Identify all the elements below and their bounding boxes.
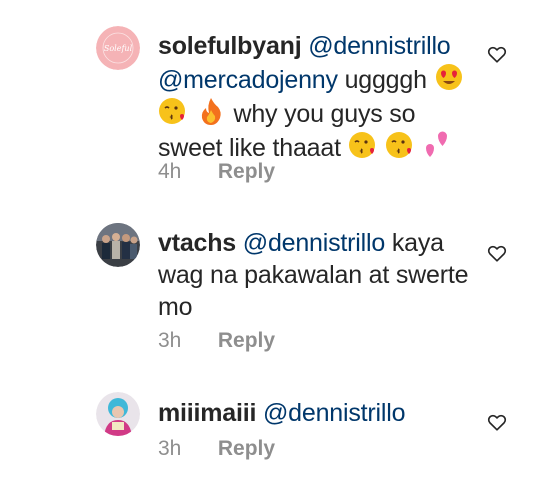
heart-outline-icon (487, 414, 507, 431)
comment-text: miiimaiii @dennistrillo (158, 397, 470, 429)
like-button[interactable] (486, 411, 508, 433)
reply-button[interactable]: Reply (218, 437, 275, 461)
group-photo-avatar-icon (96, 223, 140, 267)
reply-button[interactable]: Reply (218, 329, 275, 353)
kissing-heart-emoji-icon (385, 130, 415, 160)
avatar[interactable]: Soleful (96, 26, 140, 70)
two-hearts-emoji-icon (423, 130, 453, 160)
svg-text:Soleful: Soleful (104, 44, 133, 53)
comment-meta: 3h Reply (158, 437, 275, 461)
heart-eyes-emoji-icon (434, 62, 464, 92)
mention-link[interactable]: @dennistrillo (308, 32, 450, 60)
comment-timestamp: 4h (158, 160, 182, 183)
comment-username[interactable]: vtachs (158, 229, 236, 257)
soleful-logo-avatar-icon: Soleful (96, 26, 140, 70)
kissing-heart-emoji-icon (348, 130, 378, 160)
person-photo-avatar-icon (96, 392, 140, 436)
mention-link[interactable]: @dennistrillo (243, 229, 385, 257)
mention-link[interactable]: @dennistrillo (263, 399, 405, 427)
avatar[interactable] (96, 223, 140, 267)
like-button[interactable] (486, 242, 508, 264)
comment-username[interactable]: miiimaiii (158, 399, 256, 427)
comment-text: vtachs @dennistrillo kaya wag na pakawal… (158, 227, 470, 323)
comment-text: solefulbyanj @dennistrillo @mercadojenny… (158, 30, 470, 164)
reply-button[interactable]: Reply (218, 160, 275, 184)
like-button[interactable] (486, 43, 508, 65)
heart-outline-icon (487, 46, 507, 63)
comment-timestamp: 3h (158, 329, 182, 352)
comment-timestamp: 3h (158, 437, 182, 460)
comment-meta: 4h Reply (158, 160, 275, 184)
avatar[interactable] (96, 392, 140, 436)
heart-outline-icon (487, 245, 507, 262)
comment-meta: 3h Reply (158, 329, 275, 353)
comment-text-segment: uggggh (344, 66, 427, 94)
comments-panel: Soleful solefulbyanj @dennistrillo @merc… (0, 0, 540, 491)
comment-username[interactable]: solefulbyanj (158, 32, 302, 60)
fire-emoji-icon (196, 96, 226, 126)
mention-link[interactable]: @mercadojenny (158, 66, 338, 94)
kissing-heart-emoji-icon (158, 96, 188, 126)
